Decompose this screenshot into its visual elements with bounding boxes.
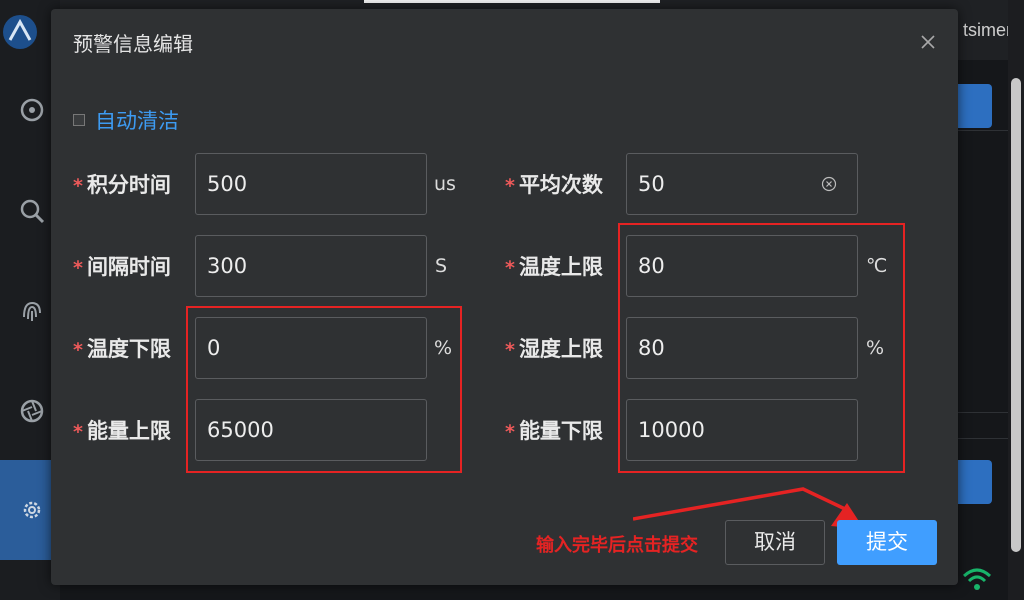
bg-primary-button-2[interactable]: [952, 460, 992, 504]
auto-clean-label[interactable]: 自动清洁: [95, 105, 179, 135]
integration-time-unit: us: [434, 173, 456, 195]
search-icon[interactable]: [18, 197, 46, 225]
fingerprint-icon[interactable]: [18, 297, 46, 325]
bg-primary-button[interactable]: [952, 84, 992, 128]
wifi-icon: [962, 568, 992, 590]
temp-lower-unit: %: [434, 337, 453, 359]
interval-time-label: * 间隔时间: [73, 255, 171, 279]
humidity-upper-label: * 湿度上限: [505, 337, 603, 361]
average-count-label: * 平均次数: [505, 173, 603, 197]
energy-upper-label: * 能量上限: [73, 419, 171, 443]
temp-upper-input[interactable]: 80: [626, 235, 858, 297]
temp-upper-label: * 温度上限: [505, 255, 603, 279]
interval-time-unit: S: [435, 255, 448, 277]
energy-upper-input[interactable]: 65000: [195, 399, 427, 461]
clear-icon[interactable]: [821, 176, 837, 192]
divider: [958, 412, 1008, 413]
divider: [958, 130, 1008, 131]
cancel-button[interactable]: 取消: [725, 520, 825, 565]
energy-lower-label: * 能量下限: [505, 419, 603, 443]
edit-dialog: 预警信息编辑 自动清洁 * 积分时间 500 us * 平均次数 50 * 间隔时间 …: [51, 9, 958, 585]
close-icon: [921, 35, 935, 49]
dialog-title: 预警信息编辑: [73, 32, 193, 56]
temp-upper-unit: ℃: [866, 255, 888, 277]
divider: [958, 438, 1008, 439]
humidity-upper-unit: %: [866, 337, 885, 359]
integration-time-input[interactable]: 500: [195, 153, 427, 215]
humidity-upper-input[interactable]: 80: [626, 317, 858, 379]
scrollbar-thumb[interactable]: [1011, 78, 1021, 552]
scrollbar[interactable]: [1008, 0, 1024, 600]
chart-icon[interactable]: [18, 96, 46, 124]
aperture-icon[interactable]: [18, 397, 46, 425]
average-count-input[interactable]: 50: [626, 153, 858, 215]
annotation-hint: 输入完毕后点击提交: [536, 535, 698, 556]
temp-lower-input[interactable]: 0: [195, 317, 427, 379]
auto-clean-option[interactable]: 自动清洁: [73, 105, 179, 135]
close-button[interactable]: [917, 31, 939, 53]
auto-clean-checkbox[interactable]: [73, 114, 85, 126]
submit-button[interactable]: 提交: [837, 520, 937, 565]
top-strip: [364, 0, 660, 3]
logo-icon: [3, 15, 37, 49]
temp-lower-label: * 温度下限: [73, 337, 171, 361]
settings-icon: [23, 501, 41, 519]
energy-lower-input[interactable]: 10000: [626, 399, 858, 461]
interval-time-input[interactable]: 300: [195, 235, 427, 297]
average-count-value: 50: [638, 172, 665, 196]
integration-time-label: * 积分时间: [73, 173, 171, 197]
